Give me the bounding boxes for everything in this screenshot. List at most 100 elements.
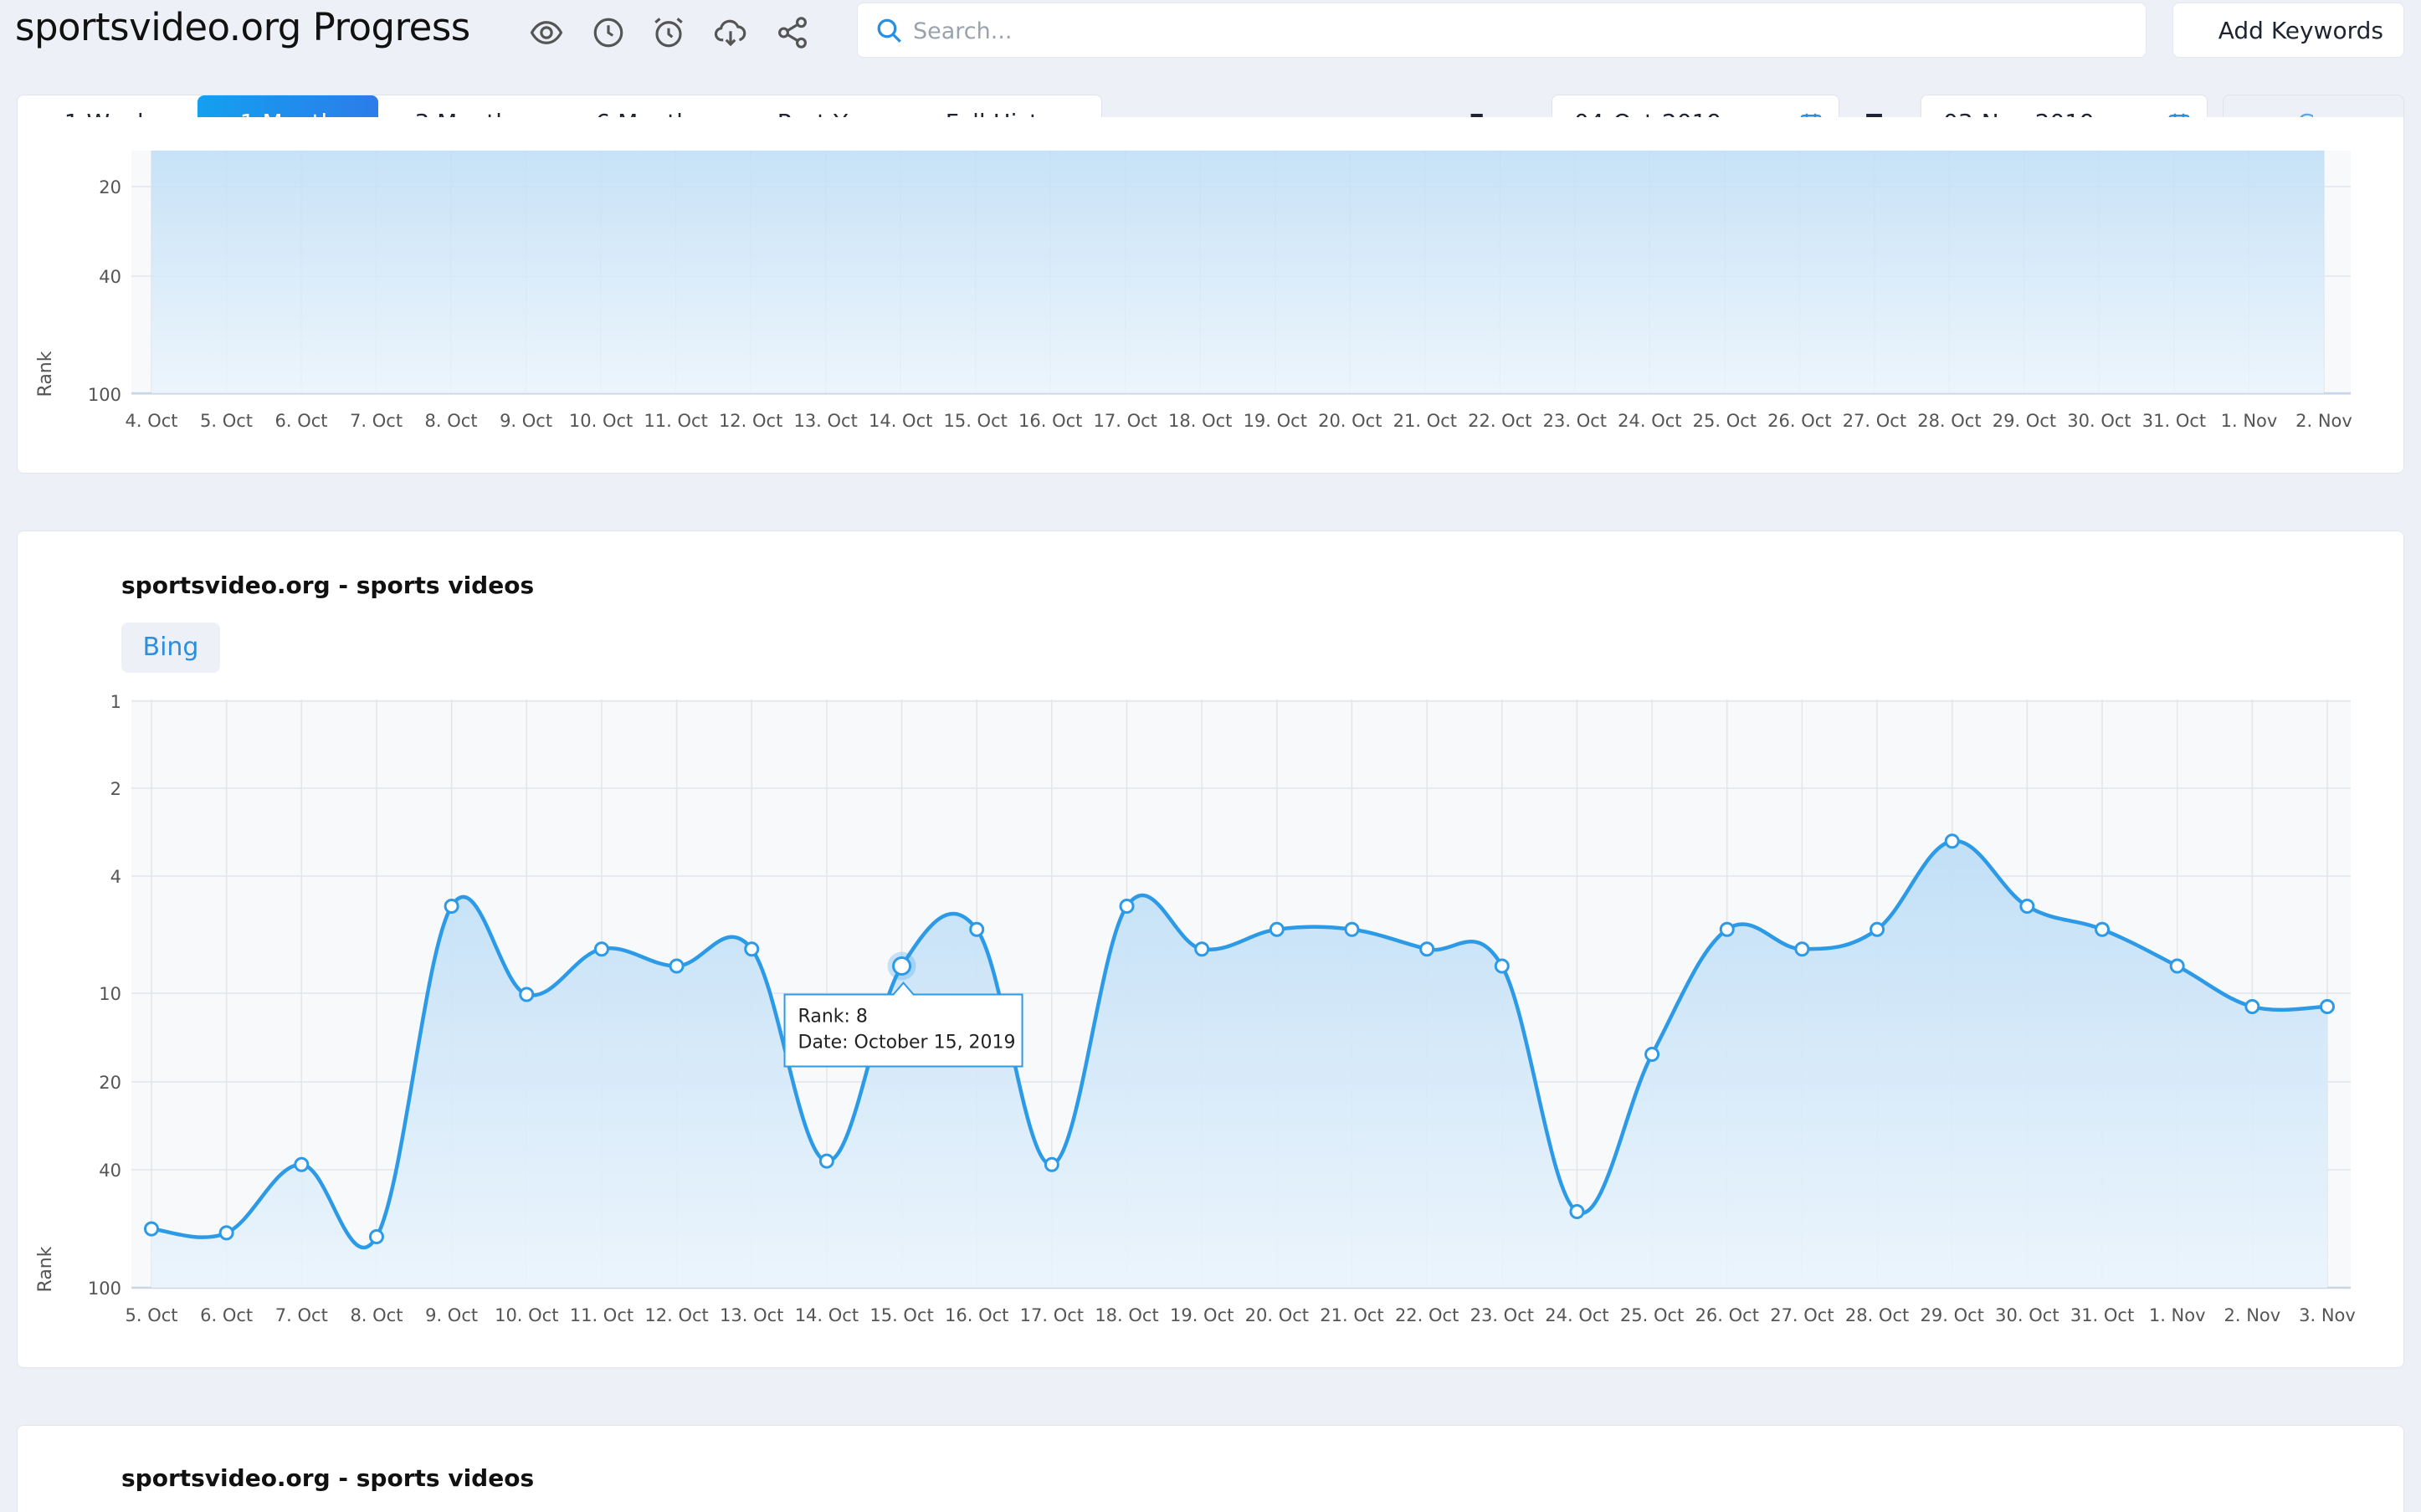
x-tick-label: 27. Oct xyxy=(1843,411,1906,431)
x-tick-label: 14. Oct xyxy=(795,1305,859,1325)
x-tick-label: 17. Oct xyxy=(1020,1305,1084,1325)
data-point xyxy=(1194,941,1210,957)
x-tick-label: 23. Oct xyxy=(1543,411,1607,431)
keyword-title: sportsvideo.org - sports videos xyxy=(121,571,535,599)
data-point xyxy=(2019,898,2035,914)
x-tick-label: 12. Oct xyxy=(644,1305,708,1325)
x-tick-label: 21. Oct xyxy=(1320,1305,1383,1325)
series-area xyxy=(151,151,2324,393)
x-tick-label: 21. Oct xyxy=(1393,411,1457,431)
x-tick-label: 20. Oct xyxy=(1245,1305,1309,1325)
x-tick-label: 15. Oct xyxy=(869,1305,933,1325)
x-tick-label: 22. Oct xyxy=(1395,1305,1459,1325)
data-point xyxy=(519,987,535,1002)
x-tick-label: 31. Oct xyxy=(2142,411,2206,431)
eye-icon[interactable] xyxy=(529,15,564,50)
x-tick-label: 2. Nov xyxy=(2224,1305,2280,1325)
data-point xyxy=(2244,999,2260,1015)
tooltip-rank: Rank: 8 xyxy=(798,1007,868,1028)
y-tick-label: 20 xyxy=(99,177,121,197)
data-point xyxy=(2095,921,2111,937)
data-point xyxy=(368,1229,384,1245)
x-tick-label: 26. Oct xyxy=(1695,1305,1759,1325)
engine-badge-bing[interactable]: Bing xyxy=(121,623,220,673)
add-keywords-button[interactable]: Add Keywords xyxy=(2172,3,2404,58)
x-tick-label: 2. Nov xyxy=(2295,411,2352,431)
data-point xyxy=(1344,921,1360,937)
x-tick-label: 23. Oct xyxy=(1470,1305,1534,1325)
x-tick-label: 8. Oct xyxy=(350,1305,403,1325)
y-tick-label: 2 xyxy=(110,779,121,799)
page-title: sportsvideo.org Progress xyxy=(15,5,470,49)
x-tick-label: 29. Oct xyxy=(1921,1305,1984,1325)
tooltip-date: Date: October 15, 2019 xyxy=(798,1033,1016,1053)
rank-chart-1: 20 40 1004. Oct 5. Oct 6. Oct 7. Oct 8. Oct 9. … xyxy=(35,151,2352,431)
x-tick-label: 30. Oct xyxy=(2067,411,2131,431)
x-tick-label: 10. Oct xyxy=(569,411,633,431)
x-tick-label: 7. Oct xyxy=(350,411,403,431)
data-point xyxy=(744,941,760,957)
x-tick-label: 15. Oct xyxy=(943,411,1007,431)
top-bar: sportsvideo.org Progress Add Keywords xyxy=(0,0,2421,64)
y-tick-label: 4 xyxy=(110,867,121,887)
search-box xyxy=(857,3,2147,58)
x-tick-label: 6. Oct xyxy=(275,411,328,431)
data-point xyxy=(294,1156,310,1172)
x-tick-label: 16. Oct xyxy=(945,1305,1008,1325)
x-tick-label: 9. Oct xyxy=(500,411,552,431)
data-point xyxy=(892,956,912,976)
x-tick-label: 1. Nov xyxy=(2149,1305,2206,1325)
x-tick-label: 25. Oct xyxy=(1620,1305,1684,1325)
x-tick-label: 19. Oct xyxy=(1244,411,1307,431)
x-tick-label: 12. Oct xyxy=(719,411,782,431)
alarm-icon[interactable] xyxy=(651,15,686,50)
data-point xyxy=(1419,941,1435,957)
x-tick-label: 11. Oct xyxy=(644,411,707,431)
x-tick-label: 11. Oct xyxy=(570,1305,633,1325)
x-tick-label: 20. Oct xyxy=(1318,411,1382,431)
cloud-download-icon[interactable] xyxy=(713,15,748,50)
x-tick-label: 25. Oct xyxy=(1693,411,1757,431)
chart-card-1: 20 40 100 4. Oct 5. Oct 6. Oct 7. Oct 8. Oct 9. … xyxy=(17,117,2404,474)
y-tick-label: 40 xyxy=(99,1161,121,1181)
data-point xyxy=(969,921,985,937)
x-tick-label: 18. Oct xyxy=(1168,411,1232,431)
x-tick-label: 13. Oct xyxy=(793,411,857,431)
x-tick-label: 22. Oct xyxy=(1468,411,1531,431)
x-tick-label: 24. Oct xyxy=(1618,411,1681,431)
share-icon[interactable] xyxy=(775,15,810,50)
x-tick-label: 7. Oct xyxy=(275,1305,328,1325)
x-tick-label: 29. Oct xyxy=(1993,411,2056,431)
y-tick-label: 10 xyxy=(99,984,121,1004)
clock-icon[interactable] xyxy=(591,15,626,50)
x-tick-label: 1. Nov xyxy=(2221,411,2278,431)
y-tick-label: 100 xyxy=(88,1279,121,1299)
search-input[interactable] xyxy=(913,12,2118,50)
x-tick-label: 5. Oct xyxy=(200,411,253,431)
data-point xyxy=(1569,1203,1585,1219)
data-point xyxy=(1794,941,1810,957)
tooltip: Rank: 8 Date: October 15, 2019 xyxy=(783,981,1023,1068)
data-point xyxy=(444,898,459,914)
data-point xyxy=(1944,833,1960,849)
search-icon xyxy=(877,18,901,43)
x-tick-label: 31. Oct xyxy=(2070,1305,2134,1325)
x-tick-label: 5. Oct xyxy=(125,1305,177,1325)
data-point xyxy=(2169,958,2185,974)
data-point xyxy=(818,1153,834,1169)
x-tick-label: 27. Oct xyxy=(1770,1305,1834,1325)
data-point xyxy=(1870,921,1885,937)
data-point xyxy=(1719,921,1735,937)
x-tick-label: 9. Oct xyxy=(425,1305,478,1325)
x-tick-label: 28. Oct xyxy=(1917,411,1981,431)
x-tick-label: 17. Oct xyxy=(1094,411,1157,431)
x-tick-label: 30. Oct xyxy=(1995,1305,2059,1325)
data-point xyxy=(218,1225,234,1241)
data-point xyxy=(593,941,609,957)
x-tick-label: 4. Oct xyxy=(125,411,177,431)
data-point xyxy=(669,958,685,974)
x-tick-label: 18. Oct xyxy=(1095,1305,1158,1325)
y-tick-label: 1 xyxy=(110,692,121,712)
data-point xyxy=(2320,999,2335,1015)
x-tick-label: 8. Oct xyxy=(425,411,478,431)
